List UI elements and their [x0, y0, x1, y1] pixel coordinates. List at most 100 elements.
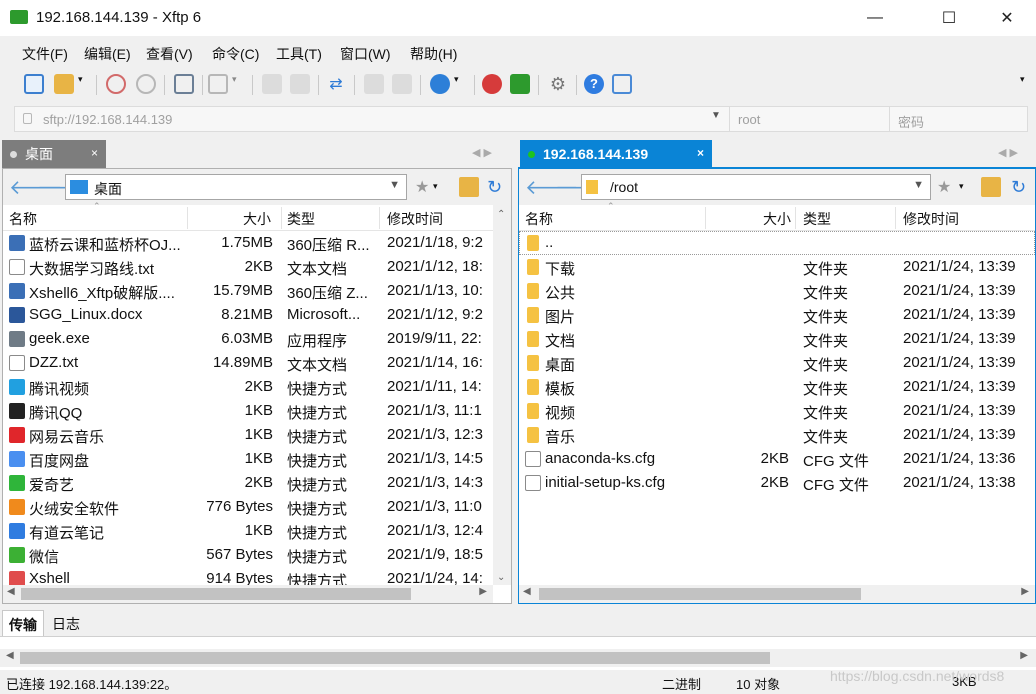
- file-size: 1.75MB: [221, 234, 273, 251]
- open-dropdown-icon[interactable]: ▾: [78, 74, 90, 94]
- menu-view[interactable]: 查看(V): [146, 44, 193, 64]
- toolbar-overflow-icon[interactable]: ▾: [1020, 74, 1032, 94]
- remote-path-input[interactable]: /root ▼: [581, 174, 931, 200]
- remote-horizontal-scrollbar[interactable]: ◀ ▶: [519, 585, 1035, 603]
- col-name[interactable]: 名称: [525, 209, 553, 229]
- minimize-button[interactable]: —: [852, 0, 898, 36]
- local-path-input[interactable]: 桌面 ▼: [65, 174, 407, 200]
- file-row[interactable]: 视频 文件夹 2021/1/24, 13:39: [519, 399, 1035, 423]
- file-row[interactable]: 百度网盘 1KB 快捷方式 2021/1/3, 14:5: [3, 447, 493, 471]
- local-horizontal-scrollbar[interactable]: ◀ ▶: [3, 585, 493, 603]
- tab-log[interactable]: 日志: [46, 610, 86, 636]
- refresh-icon[interactable]: ↻: [1011, 177, 1031, 197]
- tab-transfers[interactable]: 传输: [2, 610, 44, 636]
- file-row[interactable]: 模板 文件夹 2021/1/24, 13:39: [519, 375, 1035, 399]
- menu-tools[interactable]: 工具(T): [276, 44, 322, 64]
- file-row[interactable]: DZZ.txt 14.89MB 文本文档 2021/1/14, 16:: [3, 351, 493, 375]
- gear-icon[interactable]: ⚙: [548, 74, 568, 94]
- path-dropdown-icon[interactable]: ▼: [389, 179, 400, 191]
- bookmark-dropdown-icon[interactable]: ▾: [433, 181, 453, 201]
- menu-file[interactable]: 文件(F): [22, 44, 68, 64]
- paste-icon[interactable]: [392, 74, 412, 94]
- file-row[interactable]: 火绒安全软件 776 Bytes 快捷方式 2021/1/3, 11:0: [3, 495, 493, 519]
- address-input[interactable]: sftp://192.168.144.139: [43, 112, 172, 127]
- refresh-icon[interactable]: ↻: [487, 177, 507, 197]
- copy-icon[interactable]: [364, 74, 384, 94]
- file-row[interactable]: 桌面 文件夹 2021/1/24, 13:39: [519, 351, 1035, 375]
- file-row[interactable]: anaconda-ks.cfg 2KB CFG 文件 2021/1/24, 13:36: [519, 447, 1035, 471]
- tab-remote-session[interactable]: 192.168.144.139 ×: [520, 140, 712, 168]
- col-modified[interactable]: 修改时间: [903, 209, 959, 229]
- xshell-icon[interactable]: [482, 74, 502, 94]
- transfer-hscroll-thumb[interactable]: [20, 652, 770, 664]
- properties-icon[interactable]: [174, 74, 194, 94]
- left-tab-scroll-arrows[interactable]: ◀ ▶: [472, 146, 492, 159]
- file-row[interactable]: 文档 文件夹 2021/1/24, 13:39: [519, 327, 1035, 351]
- parent-folder-icon[interactable]: [981, 177, 1001, 197]
- col-size[interactable]: 大小: [763, 209, 791, 229]
- maximize-button[interactable]: ☐: [926, 0, 972, 36]
- file-type: 360压缩 R...: [287, 237, 370, 254]
- file-row[interactable]: 微信 567 Bytes 快捷方式 2021/1/9, 18:5: [3, 543, 493, 567]
- xftp-icon[interactable]: [510, 74, 530, 94]
- view-mode-icon[interactable]: [208, 74, 228, 94]
- toolbar-separator: [96, 75, 97, 95]
- address-dropdown-icon[interactable]: ▼: [711, 110, 721, 121]
- path-dropdown-icon[interactable]: ▼: [913, 179, 924, 191]
- username-field[interactable]: root: [729, 107, 889, 131]
- close-tab-icon[interactable]: ×: [697, 146, 704, 160]
- file-row[interactable]: 音乐 文件夹 2021/1/24, 13:39: [519, 423, 1035, 447]
- col-type[interactable]: 类型: [287, 209, 315, 229]
- transfer-horizontal-scrollbar[interactable]: ◀ ▶: [0, 649, 1036, 667]
- disconnect-icon[interactable]: [136, 74, 156, 94]
- file-row[interactable]: 公共 文件夹 2021/1/24, 13:39: [519, 279, 1035, 303]
- bookmark-star-icon[interactable]: ★: [937, 177, 957, 197]
- upload-icon[interactable]: [262, 74, 282, 94]
- file-name: 大数据学习路线.txt: [29, 261, 155, 278]
- parent-folder-icon[interactable]: [459, 177, 479, 197]
- chat-icon[interactable]: [612, 74, 632, 94]
- help-icon[interactable]: ?: [584, 74, 604, 94]
- file-row[interactable]: Xshell6_Xftp破解版.... 15.79MB 360压缩 Z... 2021…: [3, 279, 493, 303]
- file-row[interactable]: 大数据学习路线.txt 2KB 文本文档 2021/1/12, 18:: [3, 255, 493, 279]
- file-row[interactable]: 腾讯QQ 1KB 快捷方式 2021/1/3, 11:1: [3, 399, 493, 423]
- new-session-icon[interactable]: [24, 74, 44, 94]
- file-row[interactable]: 蓝桥云课和蓝桥杯OJ... 1.75MB 360压缩 R... 2021/1/18, …: [3, 231, 493, 255]
- connect-icon[interactable]: [106, 74, 126, 94]
- transfer-icon[interactable]: ⇄: [326, 74, 346, 94]
- menu-window[interactable]: 窗口(W): [340, 44, 391, 64]
- file-row[interactable]: 图片 文件夹 2021/1/24, 13:39: [519, 303, 1035, 327]
- tab-local-desktop[interactable]: 桌面 ×: [2, 140, 106, 168]
- view-dropdown-icon[interactable]: ▾: [232, 74, 244, 94]
- close-tab-icon[interactable]: ×: [91, 146, 98, 160]
- open-folder-icon[interactable]: [54, 74, 74, 94]
- file-row[interactable]: 网易云音乐 1KB 快捷方式 2021/1/3, 12:3: [3, 423, 493, 447]
- menu-help[interactable]: 帮助(H): [410, 44, 457, 64]
- file-row[interactable]: 爱奇艺 2KB 快捷方式 2021/1/3, 14:3: [3, 471, 493, 495]
- file-row[interactable]: 下载 文件夹 2021/1/24, 13:39: [519, 255, 1035, 279]
- folder-icon: [527, 403, 539, 419]
- file-row[interactable]: ..: [519, 231, 1035, 255]
- globe-icon[interactable]: [430, 74, 450, 94]
- file-row[interactable]: initial-setup-ks.cfg 2KB CFG 文件 2021/1/24, …: [519, 471, 1035, 495]
- file-row[interactable]: geek.exe 6.03MB 应用程序 2019/9/11, 22:: [3, 327, 493, 351]
- right-tab-scroll-arrows[interactable]: ◀ ▶: [998, 146, 1018, 159]
- menu-command[interactable]: 命令(C): [212, 44, 259, 64]
- bookmark-dropdown-icon[interactable]: ▾: [959, 181, 979, 201]
- close-window-button[interactable]: ✕: [984, 0, 1030, 36]
- file-row[interactable]: SGG_Linux.docx 8.21MB Microsoft... 2021/1/1…: [3, 303, 493, 327]
- local-hscroll-thumb[interactable]: [21, 588, 411, 600]
- col-type[interactable]: 类型: [803, 209, 831, 229]
- bookmark-star-icon[interactable]: ★: [415, 177, 435, 197]
- col-modified[interactable]: 修改时间: [387, 209, 443, 229]
- col-size[interactable]: 大小: [243, 209, 271, 229]
- file-row[interactable]: 有道云笔记 1KB 快捷方式 2021/1/3, 12:4: [3, 519, 493, 543]
- file-row[interactable]: 腾讯视频 2KB 快捷方式 2021/1/11, 14:: [3, 375, 493, 399]
- remote-hscroll-thumb[interactable]: [539, 588, 861, 600]
- local-vertical-scrollbar[interactable]: ⌃ ⌄: [493, 205, 511, 585]
- password-field[interactable]: 密码: [889, 107, 1028, 131]
- menu-edit[interactable]: 编辑(E): [84, 44, 131, 64]
- col-name[interactable]: 名称: [9, 209, 37, 229]
- globe-dropdown-icon[interactable]: ▾: [454, 74, 466, 94]
- download-icon[interactable]: [290, 74, 310, 94]
